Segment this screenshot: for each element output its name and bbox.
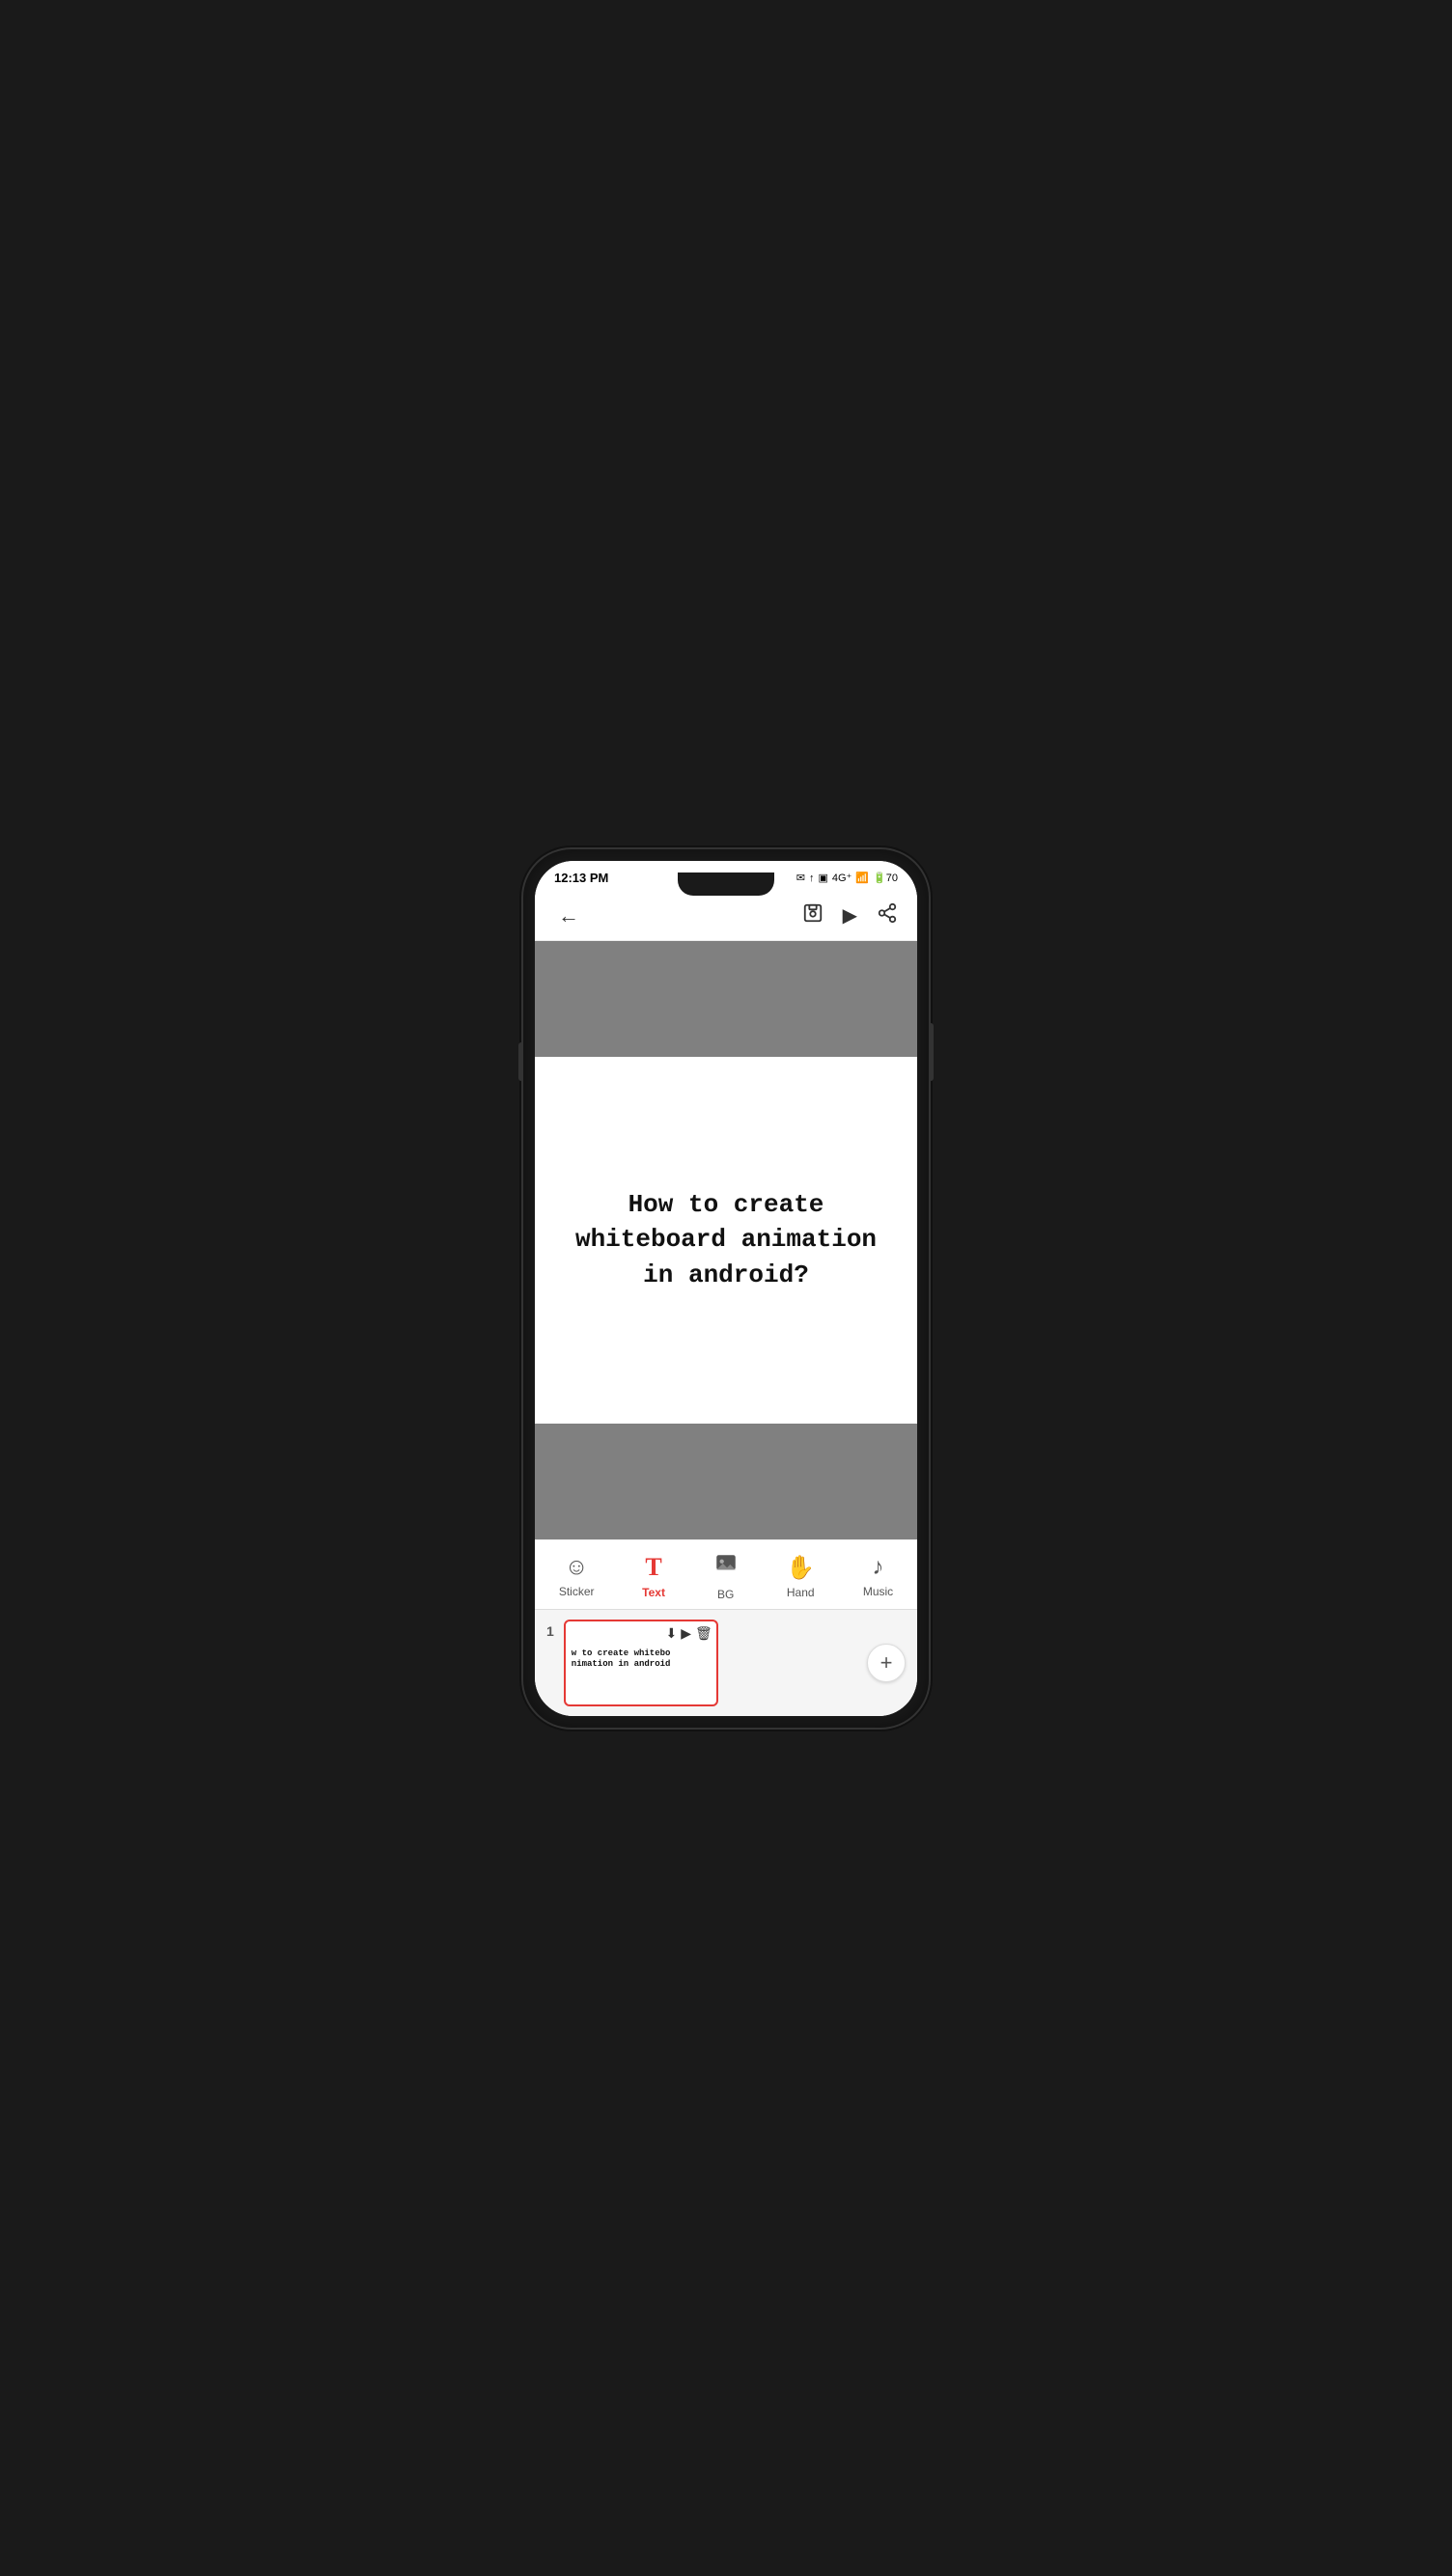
back-button[interactable]: ← xyxy=(554,900,583,932)
slide-thumbnail[interactable]: ⬇ ▶ 🗑 w to create whitebo nimation in an… xyxy=(564,1620,718,1706)
sticker-icon: ☺ xyxy=(565,1554,589,1581)
add-slide-button[interactable]: + xyxy=(867,1644,906,1682)
wifi-icon: 📶 xyxy=(855,872,869,884)
gray-bottom xyxy=(535,1424,917,1539)
music-tool[interactable]: ♪ Music xyxy=(852,1550,905,1602)
music-label: Music xyxy=(863,1585,893,1598)
slide-thumb-text: w to create whitebo nimation in android xyxy=(566,1641,716,1678)
status-icons: ✉ ↑ ▣ 4G⁺ 📶 🔋70 xyxy=(796,872,898,884)
share-button[interactable] xyxy=(877,902,898,929)
bg-icon xyxy=(713,1552,739,1584)
thumb-delete-icon[interactable]: 🗑 xyxy=(695,1625,712,1642)
status-time: 12:13 PM xyxy=(554,871,608,885)
sim-icon: ▣ xyxy=(818,872,827,884)
slides-panel: 1 ⬇ ▶ 🗑 w to create whitebo nimation in … xyxy=(535,1609,917,1716)
thumb-play-icon[interactable]: ▶ xyxy=(681,1625,691,1642)
thumb-controls: ⬇ ▶ 🗑 xyxy=(666,1625,712,1642)
bg-label: BG xyxy=(717,1588,734,1601)
bottom-toolbar: ☺ Sticker T Text BG ✋ Hand xyxy=(535,1539,917,1609)
phone-frame: 12:13 PM ✉ ↑ ▣ 4G⁺ 📶 🔋70 ← xyxy=(523,849,929,1728)
phone-screen: 12:13 PM ✉ ↑ ▣ 4G⁺ 📶 🔋70 ← xyxy=(535,861,917,1716)
canvas-area: How to create whiteboard animation in an… xyxy=(535,941,917,1539)
top-bar-left: ← xyxy=(554,900,583,932)
hand-label: Hand xyxy=(787,1586,815,1599)
upload-icon: ↑ xyxy=(809,873,815,884)
bg-tool[interactable]: BG xyxy=(702,1548,750,1605)
battery-icon: 🔋70 xyxy=(873,872,898,884)
music-icon: ♪ xyxy=(873,1554,884,1581)
signal-icon: 4G⁺ xyxy=(832,872,852,884)
hand-icon: ✋ xyxy=(786,1554,815,1582)
top-bar: ← ▶ xyxy=(535,892,917,941)
thumb-move-icon[interactable]: ⬇ xyxy=(666,1625,678,1642)
slide-content[interactable]: How to create whiteboard animation in an… xyxy=(535,1057,917,1424)
gray-top xyxy=(535,941,917,1057)
hand-tool[interactable]: ✋ Hand xyxy=(774,1550,826,1603)
play-button[interactable]: ▶ xyxy=(843,903,857,928)
message-icon: ✉ xyxy=(796,872,805,884)
text-label: Text xyxy=(642,1586,665,1599)
save-button[interactable] xyxy=(802,902,824,929)
text-icon: T xyxy=(645,1553,661,1582)
sticker-label: Sticker xyxy=(559,1585,595,1598)
top-bar-right: ▶ xyxy=(802,902,898,929)
notch xyxy=(678,873,774,896)
sticker-tool[interactable]: ☺ Sticker xyxy=(547,1550,606,1602)
slide-text: How to create whiteboard animation in an… xyxy=(554,1187,898,1292)
text-tool[interactable]: T Text xyxy=(630,1549,677,1603)
slide-number: 1 xyxy=(546,1620,554,1639)
